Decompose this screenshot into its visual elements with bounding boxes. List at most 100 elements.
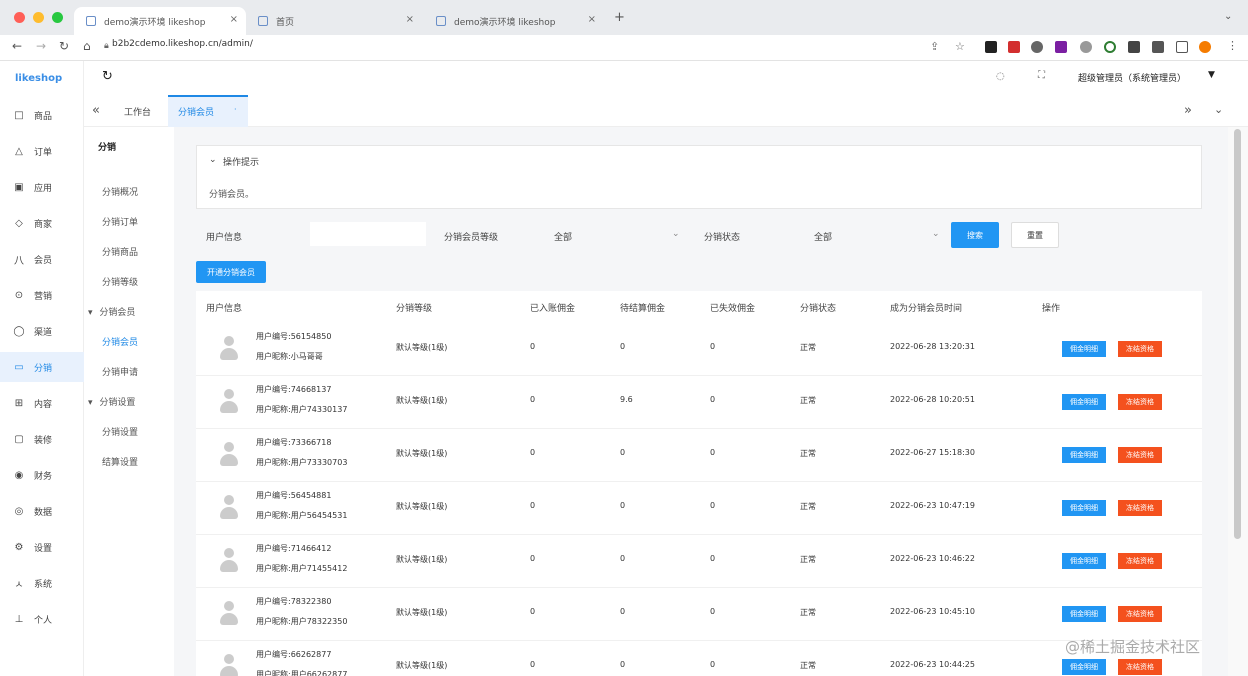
extension-icon[interactable] [1128, 41, 1140, 53]
puzzle-icon[interactable] [1152, 41, 1164, 53]
share-icon[interactable]: ⇪ [930, 40, 939, 53]
commission-detail-button[interactable]: 佣金明细 [1062, 606, 1106, 622]
sidebar-item[interactable]: ⚙ 设置 [0, 532, 84, 562]
fullscreen-icon[interactable]: ⛶ [1038, 70, 1045, 81]
scroll-tabs-right-icon[interactable]: » [1184, 103, 1192, 118]
sidebar-item[interactable]: ◎ 数据 [0, 496, 84, 526]
submenu-item[interactable]: 结算设置 [102, 455, 138, 468]
freeze-button[interactable]: 冻结资格 [1118, 447, 1162, 463]
level-select[interactable]: 全部 ⌄ [544, 222, 686, 246]
add-member-button[interactable]: 开通分销会员 [196, 261, 266, 283]
submenu-item[interactable]: 分销申请 [102, 365, 138, 378]
user-nickname: 用户昵称:用户73330703 [256, 458, 348, 467]
tab-list-icon[interactable]: ⌄ [1224, 11, 1232, 22]
close-tab-icon[interactable]: × [406, 14, 414, 25]
bookmark-star-icon[interactable]: ☆ [955, 40, 965, 53]
sidebar-item[interactable]: ◉ 财务 [0, 460, 84, 490]
close-tab-icon[interactable]: × [588, 14, 596, 25]
tips-panel: ⌄ 操作提示 分销会员。 [196, 145, 1202, 209]
extension-icon[interactable] [1055, 41, 1067, 53]
commission-detail-button[interactable]: 佣金明细 [1062, 659, 1106, 675]
search-button[interactable]: 搜索 [951, 222, 999, 248]
browser-tab-1[interactable]: demo演示环境 likeshop × [74, 7, 246, 35]
status-label: 分销状态 [704, 233, 741, 243]
commission-detail-button[interactable]: 佣金明细 [1062, 500, 1106, 516]
notification-icon[interactable]: ◌ [996, 71, 1005, 82]
chevron-down-icon[interactable]: ⌄ [209, 155, 217, 165]
sidebar-item[interactable]: ◯ 渠道 [0, 316, 84, 346]
tabs-menu-icon[interactable]: ⌄ [1214, 103, 1223, 116]
submenu-item[interactable]: 分销商品 [102, 245, 138, 258]
close-tab-icon[interactable]: · [234, 105, 237, 114]
submenu-item[interactable]: 分销等级 [102, 275, 138, 288]
freeze-button[interactable]: 冻结资格 [1118, 394, 1162, 410]
chevron-down-icon[interactable]: ▼ [1208, 70, 1215, 80]
sidebar-item[interactable]: ▣ 应用 [0, 172, 84, 202]
browser-menu-icon[interactable]: ⋮ [1227, 39, 1238, 52]
close-window-icon[interactable] [14, 12, 25, 23]
freeze-button[interactable]: 冻结资格 [1118, 553, 1162, 569]
reload-icon[interactable]: ↻ [59, 39, 69, 53]
extension-icon[interactable] [1008, 41, 1020, 53]
maximize-window-icon[interactable] [52, 12, 63, 23]
sidebar-item[interactable]: ⊞ 内容 [0, 388, 84, 418]
tips-title[interactable]: 操作提示 [223, 155, 259, 168]
freeze-button[interactable]: 冻结资格 [1118, 341, 1162, 357]
reset-button[interactable]: 重置 [1011, 222, 1059, 248]
tab-current[interactable]: 分销会员 · [168, 95, 248, 127]
browser-tab-2[interactable]: 首页 × [246, 7, 422, 35]
sidebar-item[interactable]: △ 订单 [0, 136, 84, 166]
status-select[interactable]: 全部 ⌄ [804, 222, 946, 246]
extension-icon[interactable] [985, 41, 997, 53]
forward-icon[interactable]: → [36, 39, 46, 53]
minimize-window-icon[interactable] [33, 12, 44, 23]
collapse-icon[interactable]: « [92, 103, 100, 118]
extension-icon[interactable] [1080, 41, 1092, 53]
browser-tab-3[interactable]: demo演示环境 likeshop × [424, 7, 604, 35]
freeze-button[interactable]: 冻结资格 [1118, 500, 1162, 516]
address-bar[interactable]: b2b2cdemo.likeshop.cn/admin/ [112, 39, 253, 49]
sidebar-item[interactable]: 八会员 [0, 244, 84, 274]
commission-detail-button[interactable]: 佣金明细 [1062, 394, 1106, 410]
commission-detail-button[interactable]: 佣金明细 [1062, 553, 1106, 569]
freeze-button[interactable]: 冻结资格 [1118, 659, 1162, 675]
column-header: 分销状态 [800, 303, 837, 314]
submenu-item[interactable]: 分销订单 [102, 215, 138, 228]
back-icon[interactable]: ← [12, 39, 22, 53]
sidebar-item[interactable]: □ 商品 [0, 100, 84, 130]
home-icon[interactable]: ⌂ [83, 39, 91, 53]
freeze-button[interactable]: 冻结资格 [1118, 606, 1162, 622]
cell-level: 默认等级(1级) [396, 608, 448, 617]
sidebar-item-label: 装修 [34, 435, 53, 446]
submenu-item[interactable]: 分销概况 [102, 185, 138, 198]
sidepanel-icon[interactable] [1176, 41, 1188, 53]
sidebar-item[interactable]: ㅅ系统 [0, 568, 84, 598]
submenu-item[interactable]: 分销会员 [102, 335, 138, 348]
sidebar-item[interactable]: ▭ 分销 [0, 352, 84, 382]
commission-detail-button[interactable]: 佣金明细 [1062, 447, 1106, 463]
cell-c: 0 [710, 342, 716, 351]
new-tab-icon[interactable]: + [614, 10, 625, 25]
refresh-icon[interactable]: ↻ [102, 69, 113, 84]
close-tab-icon[interactable]: × [230, 14, 238, 25]
profile-avatar[interactable] [1199, 41, 1211, 53]
sidebar-item-label: 商品 [34, 111, 53, 122]
extension-icon[interactable] [1104, 41, 1116, 53]
level-label: 分销会员等级 [444, 233, 499, 243]
tab-workbench[interactable]: 工作台 [124, 105, 151, 118]
extension-icon[interactable] [1031, 41, 1043, 53]
commission-detail-button[interactable]: 佣金明细 [1062, 341, 1106, 357]
window-controls [14, 12, 63, 23]
submenu-item[interactable]: 分销设置 [102, 425, 138, 438]
scrollbar[interactable] [1228, 127, 1248, 676]
submenu-item[interactable]: ▾ 分销会员 [88, 305, 135, 318]
user-info-input[interactable] [310, 222, 426, 246]
sidebar-item[interactable]: ⊥ 个人 [0, 604, 84, 634]
user-menu[interactable]: 超级管理员（系统管理员） [1078, 71, 1186, 84]
sidebar-item[interactable]: ⊙ 营销 [0, 280, 84, 310]
scrollbar-thumb[interactable] [1234, 129, 1241, 539]
sidebar-item[interactable]: ▢ 装修 [0, 424, 84, 454]
sidebar-item[interactable]: ◇ 商家 [0, 208, 84, 238]
sidebar-item-label: 渠道 [34, 327, 53, 338]
submenu-item[interactable]: ▾ 分销设置 [88, 395, 135, 408]
